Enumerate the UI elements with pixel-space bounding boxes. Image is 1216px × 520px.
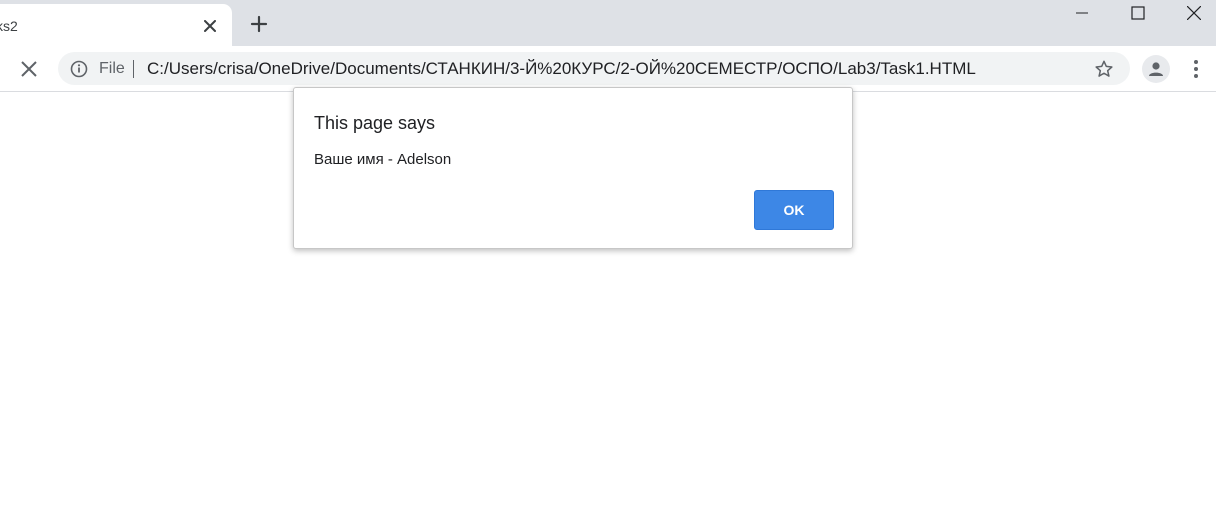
maximize-icon — [1131, 6, 1145, 20]
window-close-icon — [1187, 6, 1201, 20]
ok-button[interactable]: OK — [754, 190, 834, 230]
url-scheme-label: File — [99, 60, 125, 77]
profile-button[interactable] — [1142, 55, 1170, 83]
new-tab-button[interactable] — [248, 13, 270, 35]
scheme-separator — [133, 60, 134, 78]
tab-strip: ks2 — [0, 0, 1216, 46]
address-bar[interactable]: File C:/Users/crisa/OneDrive/Documents/С… — [58, 52, 1130, 85]
site-info-button[interactable] — [70, 60, 88, 78]
tab-close-button[interactable] — [202, 18, 218, 34]
stop-loading-button[interactable] — [16, 56, 42, 82]
alert-dialog: This page says Ваше имя - Adelson OK — [293, 87, 853, 249]
maximize-button[interactable] — [1118, 0, 1158, 26]
minimize-icon — [1076, 12, 1088, 14]
tab-title: ks2 — [0, 18, 18, 34]
dialog-message: Ваше имя - Adelson — [314, 151, 452, 168]
more-vert-icon — [1194, 60, 1198, 78]
star-icon — [1095, 60, 1113, 77]
browser-toolbar: File C:/Users/crisa/OneDrive/Documents/С… — [0, 46, 1216, 92]
url-text[interactable]: C:/Users/crisa/OneDrive/Documents/СТАНКИ… — [147, 59, 976, 79]
profile-icon — [1149, 62, 1163, 76]
close-icon — [204, 20, 216, 32]
info-icon — [70, 60, 88, 78]
window-close-button[interactable] — [1174, 0, 1214, 26]
browser-tab[interactable]: ks2 — [0, 4, 232, 46]
stop-icon — [21, 61, 37, 77]
minimize-button[interactable] — [1062, 0, 1102, 26]
browser-menu-button[interactable] — [1186, 56, 1206, 82]
bookmark-star-button[interactable] — [1094, 59, 1114, 79]
dialog-title: This page says — [314, 113, 436, 133]
plus-icon — [250, 15, 268, 33]
